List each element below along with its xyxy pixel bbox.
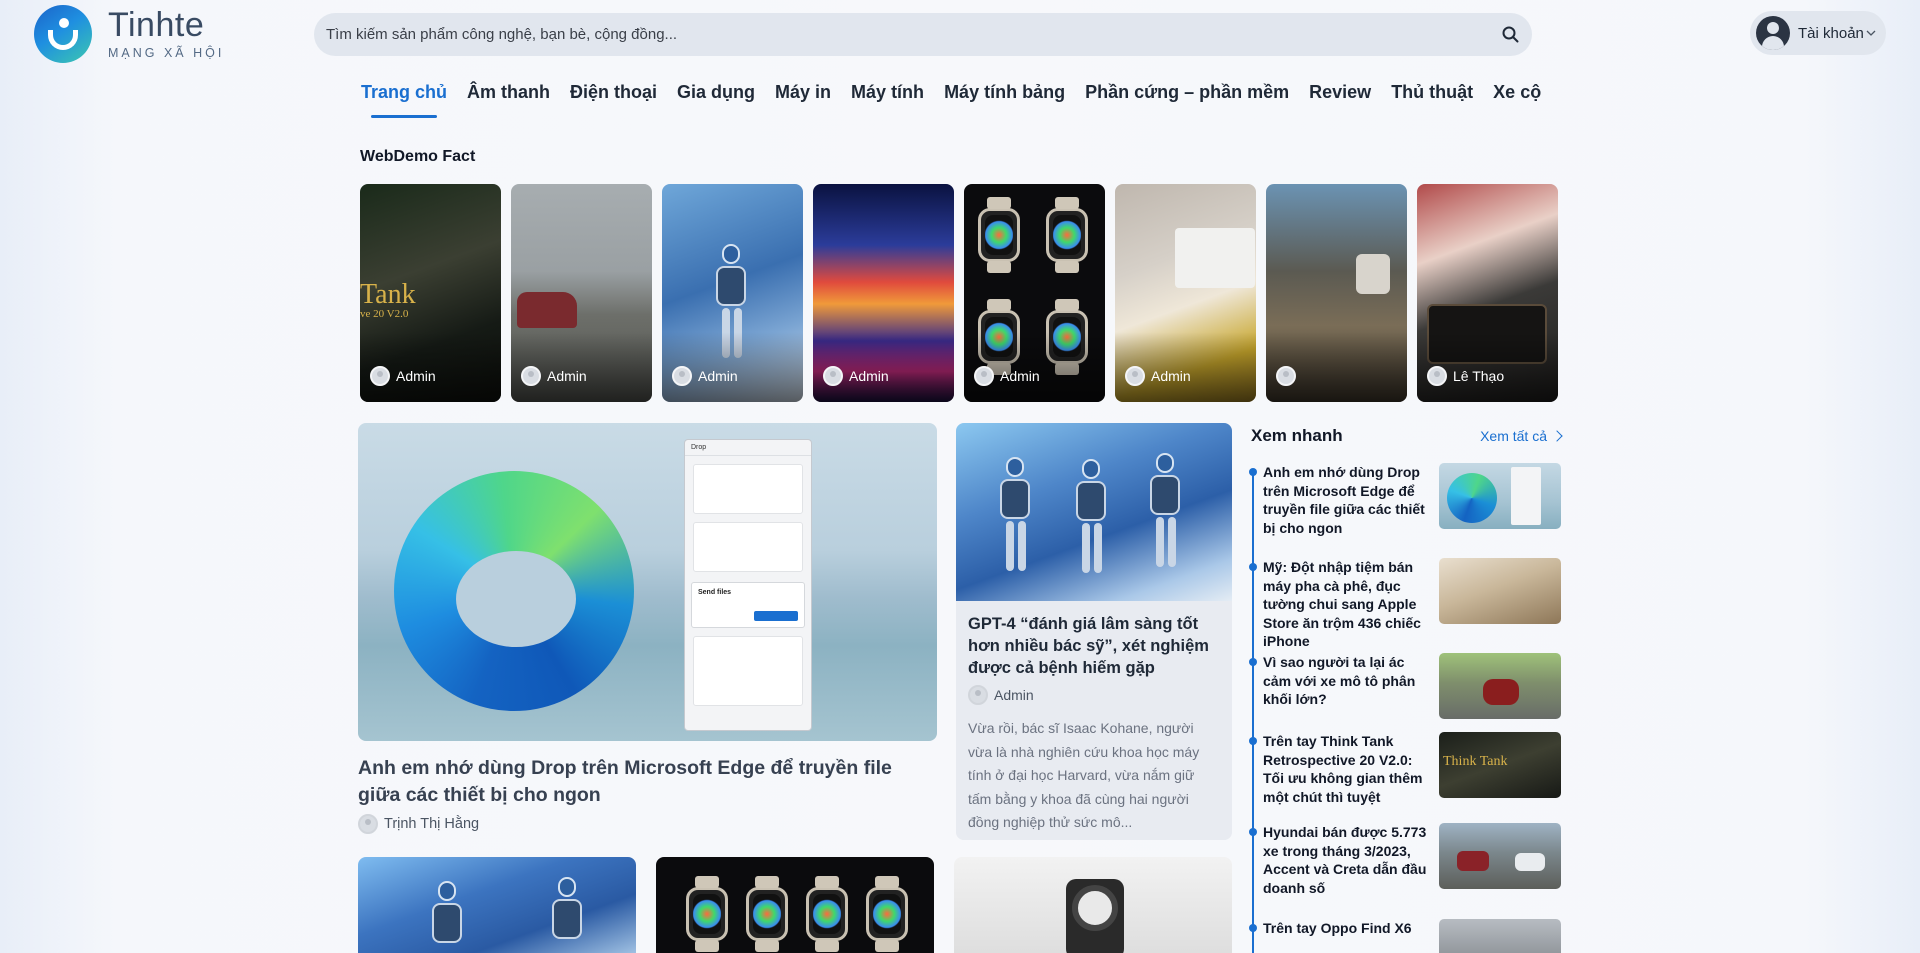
- quick-view-item[interactable]: Anh em nhớ dùng Drop trên Microsoft Edge…: [1249, 463, 1561, 558]
- fact-card[interactable]: Admin: [964, 184, 1105, 402]
- article-author[interactable]: Admin: [994, 687, 1034, 703]
- tinhte-logo-icon: [34, 5, 92, 63]
- fact-card-author: Admin: [849, 368, 889, 384]
- author-avatar: [968, 685, 988, 705]
- quick-view-thumbnail: [1439, 823, 1561, 889]
- fact-card[interactable]: Tank ve 20 V2.0 Admin: [360, 184, 501, 402]
- nav-item-home[interactable]: Trang chủ: [361, 82, 447, 118]
- site-logo[interactable]: Tinhte MẠNG XÃ HỘI: [34, 5, 224, 63]
- featured-article[interactable]: Drop Send files Anh em nhớ dùng Drop trê…: [358, 423, 937, 834]
- author-avatar: [358, 814, 378, 834]
- nav-item-computer[interactable]: Máy tính: [851, 82, 924, 118]
- featured-title[interactable]: Anh em nhớ dùng Drop trên Microsoft Edge…: [358, 755, 937, 809]
- chevron-right-icon: [1551, 430, 1563, 442]
- quick-view-item[interactable]: Hyundai bán được 5.773 xe trong tháng 3/…: [1249, 823, 1561, 919]
- quick-view-thumbnail: [1439, 919, 1561, 953]
- search-bar: [314, 13, 1532, 56]
- nav-item-tips[interactable]: Thủ thuật: [1391, 82, 1473, 118]
- featured-image: Drop Send files: [358, 423, 937, 741]
- author-avatar: [1276, 366, 1296, 386]
- quick-view-title: Xem nhanh: [1251, 426, 1343, 445]
- fact-card[interactable]: Lê Thạo: [1417, 184, 1558, 402]
- quick-view-panel: Xem nhanh Xem tất cả Anh em nhớ dùng Dro…: [1249, 423, 1563, 953]
- fact-card-author: Admin: [1000, 368, 1040, 384]
- author-avatar: [672, 366, 692, 386]
- quick-view-thumbnail: [1439, 653, 1561, 719]
- quick-view-item-title: Vì sao người ta lại ác cảm với xe mô tô …: [1263, 654, 1416, 707]
- article-byline: Admin: [968, 685, 1220, 705]
- quick-view-item[interactable]: Trên tay Think Tank Retrospective 20 V2.…: [1249, 732, 1561, 823]
- author-avatar: [370, 366, 390, 386]
- quick-view-thumbnail: [1439, 463, 1561, 529]
- fact-card-overlay-text: Tank: [360, 279, 416, 310]
- author-avatar: [974, 366, 994, 386]
- search-icon[interactable]: [1500, 25, 1520, 45]
- nav-item-home-appliance[interactable]: Gia dụng: [677, 82, 755, 118]
- quick-view-item-title: Trên tay Think Tank Retrospective 20 V2.…: [1263, 733, 1423, 805]
- fact-card[interactable]: Admin: [813, 184, 954, 402]
- fact-card-author: Admin: [396, 368, 436, 384]
- quick-view-thumbnail: [1439, 558, 1561, 624]
- author-avatar: [1125, 366, 1145, 386]
- fact-card[interactable]: Admin: [662, 184, 803, 402]
- quick-view-item[interactable]: Trên tay Oppo Find X6: [1249, 919, 1561, 953]
- quick-view-list: Anh em nhớ dùng Drop trên Microsoft Edge…: [1249, 463, 1561, 953]
- drop-window-illustration: Drop Send files: [684, 439, 812, 731]
- account-button[interactable]: Tài khoản: [1750, 11, 1886, 55]
- fact-card-author: Admin: [698, 368, 738, 384]
- featured-author[interactable]: Trịnh Thị Hằng: [384, 816, 479, 832]
- nav-item-audio[interactable]: Âm thanh: [467, 82, 550, 118]
- nav-item-vehicles[interactable]: Xe cộ: [1493, 82, 1541, 118]
- nav-item-hardware-software[interactable]: Phần cứng – phần mềm: [1085, 82, 1289, 118]
- article-card[interactable]: GPT-4 “đánh giá lâm sàng tốt hơn nhiều b…: [956, 423, 1232, 840]
- author-avatar: [521, 366, 541, 386]
- fact-card-author: Lê Thạo: [1453, 368, 1505, 384]
- account-label: Tài khoản: [1798, 24, 1864, 42]
- quick-view-item[interactable]: Mỹ: Đột nhập tiệm bán máy pha cà phê, đụ…: [1249, 558, 1561, 653]
- article-card-thumbnail[interactable]: [954, 857, 1232, 953]
- nav-item-review[interactable]: Review: [1309, 82, 1371, 118]
- author-avatar: [1427, 366, 1447, 386]
- article-title[interactable]: GPT-4 “đánh giá lâm sàng tốt hơn nhiều b…: [968, 613, 1220, 679]
- user-avatar-icon: [1756, 16, 1790, 50]
- author-avatar: [823, 366, 843, 386]
- nav-item-printer[interactable]: Máy in: [775, 82, 831, 118]
- nav-item-phone[interactable]: Điện thoại: [570, 82, 657, 118]
- quick-view-item-title: Mỹ: Đột nhập tiệm bán máy pha cà phê, đụ…: [1263, 559, 1421, 649]
- quick-view-item-title: Anh em nhớ dùng Drop trên Microsoft Edge…: [1263, 464, 1425, 536]
- see-all-link[interactable]: Xem tất cả: [1480, 428, 1563, 444]
- brand-name: Tinhte: [108, 6, 205, 44]
- quick-view-thumbnail: Think Tank: [1439, 732, 1561, 798]
- quick-view-item-title: Hyundai bán được 5.773 xe trong tháng 3/…: [1263, 824, 1427, 896]
- article-image: [956, 423, 1232, 601]
- fact-card[interactable]: Admin: [511, 184, 652, 402]
- quick-view-item-title: Trên tay Oppo Find X6: [1263, 920, 1412, 936]
- search-input[interactable]: [326, 26, 1500, 43]
- quick-view-item[interactable]: Vì sao người ta lại ác cảm với xe mô tô …: [1249, 653, 1561, 732]
- featured-byline: Trịnh Thị Hằng: [358, 814, 937, 834]
- nav-item-tablet[interactable]: Máy tính bảng: [944, 82, 1065, 118]
- chevron-down-icon: [1866, 27, 1878, 39]
- fact-card-overlay-sub: ve 20 V2.0: [360, 308, 409, 320]
- article-card-thumbnail[interactable]: [656, 857, 934, 953]
- article-card-thumbnail[interactable]: [358, 857, 636, 953]
- fact-card[interactable]: [1266, 184, 1407, 402]
- article-excerpt: Vừa rồi, bác sĩ Isaac Kohane, người vừa …: [968, 720, 1200, 830]
- fact-section-title: WebDemo Fact: [360, 148, 476, 165]
- brand-tagline: MẠNG XÃ HỘI: [108, 46, 225, 60]
- fact-card[interactable]: Admin: [1115, 184, 1256, 402]
- fact-card-author: Admin: [547, 368, 587, 384]
- category-nav: Trang chủ Âm thanh Điện thoại Gia dụng M…: [361, 82, 1541, 118]
- fact-carousel: Tank ve 20 V2.0 Admin Admin Admin Admin …: [360, 184, 1558, 402]
- fact-card-author: Admin: [1151, 368, 1191, 384]
